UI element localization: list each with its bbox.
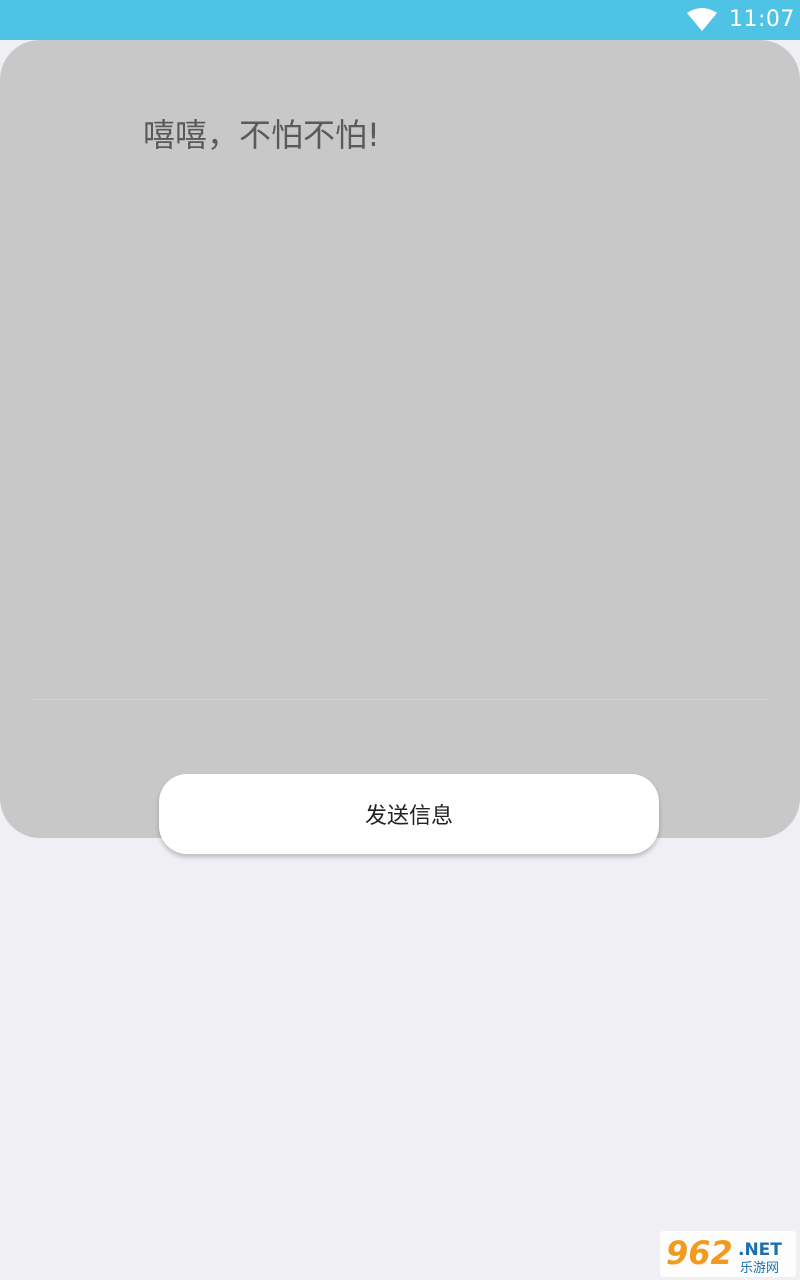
watermark-logo: 962 .NET 乐游网 [660,1231,796,1277]
card-divider [32,699,768,700]
send-message-button[interactable]: 发送信息 [159,774,659,854]
status-time: 11:07 [729,7,795,32]
message-text: 嘻嘻，不怕不怕! [143,116,380,154]
watermark-number: 962 [666,1234,733,1272]
wifi-icon [687,8,717,31]
watermark-name: 乐游网 [740,1261,779,1276]
status-bar: 11:07 [0,0,800,40]
watermark-suffix: .NET [738,1240,782,1260]
message-card: 嘻嘻，不怕不怕! [0,40,800,838]
